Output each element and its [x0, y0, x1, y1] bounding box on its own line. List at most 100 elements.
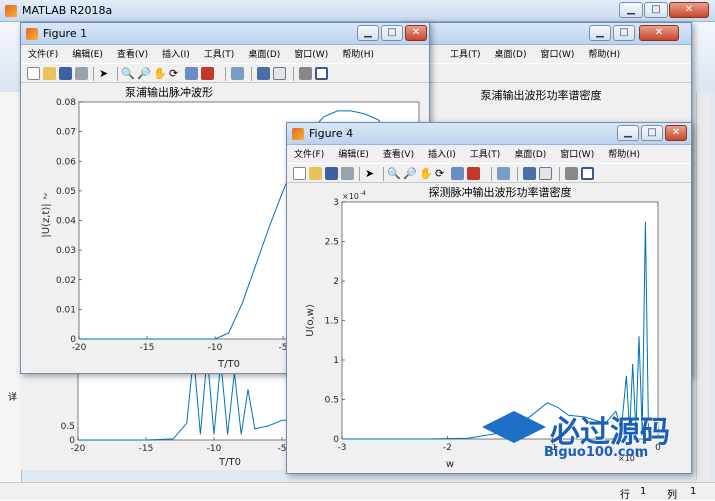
matlab-title-bar: MATLAB R2018a ▁ □ ✕: [0, 0, 715, 22]
zoom-in-icon[interactable]: 🔍: [121, 67, 135, 80]
rotate-icon[interactable]: ⟳: [435, 167, 448, 180]
left-panel: [0, 92, 22, 482]
y-tick-label: 0: [333, 435, 339, 445]
data-cursor-icon[interactable]: [185, 67, 198, 80]
back-menu-window[interactable]: 窗口(W): [533, 45, 581, 60]
f1-menu-tools[interactable]: 工具(T): [197, 45, 242, 60]
matlab-logo-icon: [5, 5, 17, 17]
y-exponent: ×10: [342, 192, 359, 201]
y-tick-label: 2: [333, 277, 339, 287]
save-icon[interactable]: [59, 67, 72, 80]
back-close-button[interactable]: ✕: [639, 25, 679, 41]
show-plot-tools-icon[interactable]: [315, 67, 328, 80]
f4-menu-file[interactable]: 文件(F): [287, 145, 331, 160]
open-file-icon[interactable]: [43, 67, 56, 80]
brush-icon[interactable]: [467, 167, 480, 180]
y-tick-label: 0: [69, 436, 75, 446]
back-menu-tools[interactable]: 工具(T): [443, 45, 488, 60]
hide-plot-tools-icon[interactable]: [565, 167, 578, 180]
f4-menu-insert[interactable]: 插入(I): [421, 145, 463, 160]
chart-title: 泵浦输出脉冲波形: [125, 85, 213, 99]
back-menu-desktop[interactable]: 桌面(D): [488, 45, 534, 60]
y-tick-label: 2.5: [325, 238, 339, 248]
back-minimize-button[interactable]: ▁: [589, 25, 611, 41]
colorbar-icon[interactable]: [257, 67, 270, 80]
back-menu-help[interactable]: 帮助(H): [581, 45, 627, 60]
legend-icon[interactable]: [539, 167, 552, 180]
matlab-maximize-button[interactable]: □: [644, 2, 668, 18]
pan-hand-icon[interactable]: ✋: [419, 167, 433, 180]
save-icon[interactable]: [325, 167, 338, 180]
figure1-close-button[interactable]: ✕: [405, 25, 427, 41]
figure1-icon: [26, 28, 38, 40]
y-tick-label: 3: [333, 198, 339, 208]
f4-menu-view[interactable]: 查看(V): [376, 145, 421, 160]
y-axis-label-superscript: 2: [43, 193, 47, 201]
toolbar-separator: [251, 67, 252, 81]
f4-menu-tools[interactable]: 工具(T): [463, 145, 508, 160]
status-row-label: 行: [620, 490, 630, 501]
f1-menu-edit[interactable]: 编辑(E): [65, 45, 110, 60]
open-file-icon[interactable]: [309, 167, 322, 180]
x-tick-label: -10: [208, 343, 223, 353]
select-arrow-icon[interactable]: ➤: [365, 167, 378, 180]
show-plot-tools-icon[interactable]: [581, 167, 594, 180]
watermark-logo: 必过源码 Biguo100.com: [478, 405, 708, 467]
matlab-close-button[interactable]: ✕: [669, 2, 709, 18]
f1-menu-desktop[interactable]: 桌面(D): [241, 45, 287, 60]
figure1-maximize-button[interactable]: □: [381, 25, 403, 41]
toolbar-separator: [93, 67, 94, 81]
data-cursor-icon[interactable]: [451, 167, 464, 180]
figure4-minimize-button[interactable]: ▁: [617, 125, 639, 141]
f1-menu-view[interactable]: 查看(V): [110, 45, 155, 60]
new-figure-icon[interactable]: [27, 67, 40, 80]
figure4-maximize-button[interactable]: □: [641, 125, 663, 141]
legend-icon[interactable]: [273, 67, 286, 80]
rotate-icon[interactable]: ⟳: [169, 67, 182, 80]
f4-menu-edit[interactable]: 编辑(E): [331, 145, 376, 160]
pan-hand-icon[interactable]: ✋: [153, 67, 167, 80]
status-col-label: 列: [667, 490, 677, 501]
f4-menu-help[interactable]: 帮助(H): [601, 145, 647, 160]
colorbar-icon[interactable]: [523, 167, 536, 180]
x-tick-label: -15: [140, 343, 155, 353]
print-icon[interactable]: [341, 167, 354, 180]
zoom-out-icon[interactable]: 🔎: [403, 167, 417, 180]
brush-icon[interactable]: [201, 67, 214, 80]
select-arrow-icon[interactable]: ➤: [99, 67, 112, 80]
f1-menu-insert[interactable]: 插入(I): [155, 45, 197, 60]
f1-menu-help[interactable]: 帮助(H): [335, 45, 381, 60]
figure1-minimize-button[interactable]: ▁: [357, 25, 379, 41]
figure4-close-button[interactable]: ✕: [665, 125, 687, 141]
y-exponent-power: -4: [360, 190, 366, 197]
back-maximize-button[interactable]: □: [613, 25, 635, 41]
back-toolbar: [401, 63, 691, 83]
status-row-value: 1: [640, 486, 647, 497]
status-bar: 行 1 列 1: [0, 482, 715, 501]
link-plot-icon[interactable]: [497, 167, 510, 180]
toolbar-separator: [117, 67, 118, 81]
toolbar-separator: [359, 167, 360, 181]
matlab-minimize-button[interactable]: ▁: [619, 2, 643, 18]
new-figure-icon[interactable]: [293, 167, 306, 180]
print-icon[interactable]: [75, 67, 88, 80]
hide-plot-tools-icon[interactable]: [299, 67, 312, 80]
f1-menu-window[interactable]: 窗口(W): [287, 45, 335, 60]
toolbar-separator: [383, 167, 384, 181]
watermark-subtext: Biguo100.com: [544, 445, 649, 460]
y-tick-label: 0.07: [56, 128, 76, 138]
zoom-out-icon[interactable]: 🔎: [137, 67, 151, 80]
link-plot-icon[interactable]: [231, 67, 244, 80]
f1-menu-file[interactable]: 文件(F): [21, 45, 65, 60]
figure1-title-bar: Figure 1 ▁ □ ✕: [21, 23, 429, 45]
x-axis-label: w: [446, 459, 454, 470]
figure4-title-bar: Figure 4 ▁ □ ✕: [287, 123, 691, 145]
x-tick-label: -2: [443, 443, 452, 453]
y-tick-label: 0.06: [56, 157, 76, 167]
zoom-in-icon[interactable]: 🔍: [387, 167, 401, 180]
f4-menu-desktop[interactable]: 桌面(D): [507, 145, 553, 160]
figure1-menu-bar: 文件(F) 编辑(E) 查看(V) 插入(I) 工具(T) 桌面(D) 窗口(W) 帮助(H): [21, 45, 429, 63]
f4-menu-window[interactable]: 窗口(W): [553, 145, 601, 160]
y-tick-label: 0.02: [56, 276, 76, 286]
x-tick-label: -15: [139, 444, 154, 454]
